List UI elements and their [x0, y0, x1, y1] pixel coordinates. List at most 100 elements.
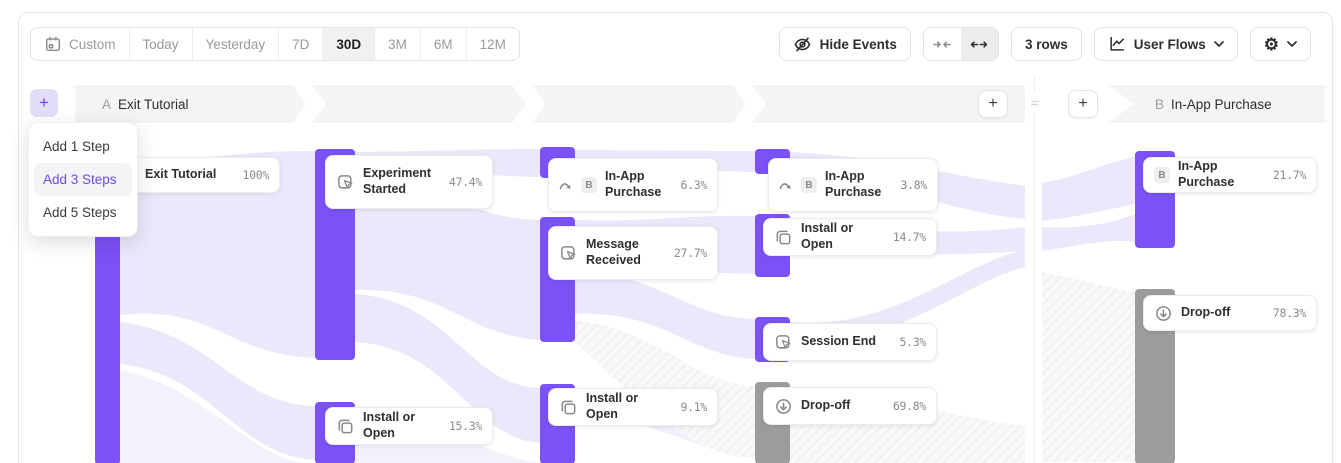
badge-b: B [801, 177, 817, 193]
node-percent: 27.7% [674, 246, 707, 260]
badge-b: B [581, 177, 597, 193]
node-label: Drop-off [1181, 305, 1230, 321]
date-range-label: 7D [292, 37, 309, 52]
settings-button[interactable]: ⚙ [1250, 27, 1311, 61]
node-card-experiment-started[interactable]: Experiment Started 47.4% [325, 155, 493, 209]
collapse-columns-icon [932, 37, 952, 52]
flow-arrow-icon [559, 179, 573, 191]
date-range-today[interactable]: Today [130, 28, 193, 60]
date-range-6m[interactable]: 6M [421, 28, 467, 60]
drop-off-icon [1154, 304, 1173, 323]
node-percent: 9.1% [681, 400, 708, 414]
date-range-yesterday[interactable]: Yesterday [193, 28, 280, 60]
node-label: Drop-off [801, 398, 850, 414]
node-card-install-or-open[interactable]: Install or Open 15.3% [325, 407, 493, 445]
node-label: Install or Open [363, 410, 441, 441]
copy-icon [336, 417, 355, 436]
node-percent: 78.3% [1273, 306, 1306, 320]
node-label: Session End [801, 334, 876, 350]
date-range-label: 6M [434, 37, 453, 52]
step-header-segment-3[interactable] [532, 85, 746, 123]
menu-item-add-1-step[interactable]: Add 1 Step [34, 130, 132, 163]
date-range-label: Today [143, 37, 179, 52]
menu-item-label: Add 3 Steps [43, 172, 117, 187]
rows-label: 3 rows [1025, 37, 1068, 52]
node-label: Message Received [586, 237, 666, 268]
view-selector-button[interactable]: User Flows [1094, 27, 1238, 61]
expand-columns-icon [969, 37, 989, 52]
approx-symbol: ≈ [1031, 95, 1039, 112]
collapse-columns-button[interactable] [924, 28, 961, 60]
date-range-label: 30D [336, 37, 361, 52]
add-column-button-b[interactable]: + [1068, 90, 1098, 118]
node-card-session-end[interactable]: Session End 5.3% [763, 323, 937, 361]
menu-item-add-3-steps[interactable]: Add 3 Steps [34, 163, 132, 196]
date-range-custom[interactable]: Custom [31, 28, 130, 60]
menu-item-label: Add 1 Step [43, 139, 110, 154]
panel-divider [1034, 76, 1035, 463]
menu-item-add-5-steps[interactable]: Add 5 Steps [34, 196, 132, 229]
cursor-click-icon [336, 173, 355, 192]
node-card-drop-off-b[interactable]: Drop-off 78.3% [1143, 295, 1317, 331]
node-card-in-app-purchase[interactable]: B In-App Purchase 6.3% [548, 158, 718, 212]
chart-icon [1108, 35, 1126, 53]
node-percent: 100% [243, 168, 270, 182]
flow-arrow-icon [779, 179, 793, 191]
menu-item-label: Add 5 Steps [43, 205, 117, 220]
plus-icon: + [1078, 95, 1087, 113]
node-label: Exit Tutorial [145, 167, 216, 183]
expand-columns-button[interactable] [961, 28, 998, 60]
node-label: Install or Open [586, 391, 673, 422]
drop-off-icon [774, 397, 793, 416]
date-range-label: Yesterday [206, 37, 266, 52]
node-card-install-or-open[interactable]: Install or Open 9.1% [548, 388, 718, 426]
step-b-prefix: B [1155, 97, 1164, 112]
date-range-label: Custom [69, 37, 116, 52]
copy-icon [559, 398, 578, 417]
node-percent: 15.3% [449, 419, 482, 433]
node-percent: 69.8% [893, 399, 926, 413]
node-card-install-or-open[interactable]: Install or Open 14.7% [763, 218, 937, 256]
node-percent: 47.4% [449, 175, 482, 189]
node-card-message-received[interactable]: Message Received 27.7% [548, 226, 718, 280]
node-card-drop-off[interactable]: Drop-off 69.8% [763, 387, 937, 425]
node-card-in-app-purchase-b[interactable]: B In-App Purchase 21.7% [1143, 157, 1317, 193]
date-range-7d[interactable]: 7D [279, 28, 323, 60]
chevron-down-icon [1214, 41, 1224, 47]
node-percent: 5.3% [900, 335, 927, 349]
plus-icon: + [39, 93, 49, 113]
plus-icon: + [988, 95, 997, 113]
add-column-button[interactable]: + [978, 90, 1008, 118]
node-label: In-App Purchase [825, 169, 893, 200]
chevron-down-icon [1287, 41, 1297, 47]
step-b-header: B In-App Purchase [1155, 85, 1272, 123]
calendar-icon [44, 35, 62, 53]
date-range-selector: Custom Today Yesterday 7D 30D 3M 6M 12M [30, 27, 520, 61]
date-range-12m[interactable]: 12M [467, 28, 519, 60]
node-label: In-App Purchase [1178, 159, 1265, 190]
hide-events-label: Hide Events [820, 37, 897, 52]
node-label: Install or Open [801, 221, 885, 252]
date-range-label: 12M [480, 37, 506, 52]
hide-events-button[interactable]: Hide Events [779, 27, 911, 61]
date-range-30d[interactable]: 30D [323, 28, 375, 60]
rows-button[interactable]: 3 rows [1011, 27, 1082, 61]
add-step-button[interactable]: + [30, 89, 58, 117]
eye-off-icon [793, 35, 812, 54]
node-label: In-App Purchase [605, 169, 673, 200]
step-b-title: In-App Purchase [1171, 97, 1272, 112]
date-range-3m[interactable]: 3M [375, 28, 421, 60]
node-card-in-app-purchase[interactable]: B In-App Purchase 3.8% [768, 158, 938, 212]
cursor-click-icon [559, 244, 578, 263]
cursor-click-icon [774, 333, 793, 352]
node-percent: 6.3% [681, 178, 708, 192]
flow-break-separator: ≈ [1025, 92, 1045, 114]
date-range-label: 3M [388, 37, 407, 52]
step-a-prefix: A [102, 97, 111, 112]
node-label: Experiment Started [363, 166, 441, 197]
user-flows-app: Custom Today Yesterday 7D 30D 3M 6M 12M … [0, 0, 1341, 463]
step-a-title: Exit Tutorial [118, 97, 189, 112]
node-percent: 14.7% [893, 230, 926, 244]
node-percent: 3.8% [901, 178, 928, 192]
step-header-segment-2[interactable] [312, 85, 526, 123]
